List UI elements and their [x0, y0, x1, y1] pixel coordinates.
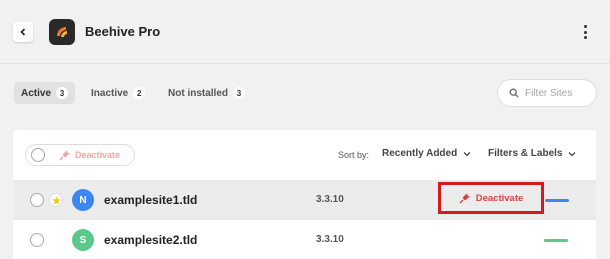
beehive-logo-icon — [49, 19, 75, 45]
plugin-version: 3.3.10 — [316, 234, 344, 245]
header-divider — [0, 63, 610, 64]
tab-count-badge: 3 — [56, 87, 69, 99]
tab-not-installed[interactable]: Not installed 3 — [161, 82, 252, 104]
table-row[interactable]: N examplesite1.tld 3.3.10 Deactivate — [13, 180, 596, 220]
page-title: Beehive Pro — [85, 24, 161, 39]
search-icon — [509, 88, 519, 98]
tab-label: Inactive — [91, 87, 129, 99]
favorite-star-button[interactable] — [49, 193, 63, 207]
star-icon — [51, 195, 61, 204]
row-select-checkbox[interactable] — [30, 193, 44, 207]
tab-inactive[interactable]: Inactive 2 — [84, 82, 152, 104]
site-name-link[interactable]: examplesite2.tld — [104, 233, 197, 247]
sort-dropdown[interactable]: Recently Added — [382, 148, 471, 159]
sites-panel: Deactivate Sort by: Recently Added Filte… — [13, 130, 596, 259]
plug-icon — [59, 150, 70, 160]
sort-label: Sort by: — [338, 150, 370, 160]
site-avatar: S — [72, 229, 94, 251]
search-input[interactable] — [525, 87, 595, 99]
chevron-left-icon — [20, 28, 26, 36]
tab-count-badge: 2 — [133, 87, 146, 99]
site-avatar: N — [72, 189, 94, 211]
bulk-actions: Deactivate — [25, 144, 135, 166]
site-name-link[interactable]: examplesite1.tld — [104, 193, 197, 207]
plugin-version: 3.3.10 — [316, 194, 344, 205]
status-indicator — [545, 199, 569, 202]
filters-labels-text: Filters & Labels — [488, 148, 563, 159]
table-row[interactable]: S examplesite2.tld 3.3.10 — [13, 220, 596, 259]
select-all-checkbox[interactable] — [31, 148, 45, 162]
more-menu-button[interactable] — [578, 23, 592, 41]
app-header: Beehive Pro — [0, 0, 610, 63]
filters-labels-dropdown[interactable]: Filters & Labels — [488, 148, 576, 159]
plug-icon — [459, 193, 470, 203]
filter-sites-search[interactable] — [497, 79, 597, 107]
chevron-down-icon — [569, 151, 576, 156]
tab-active[interactable]: Active 3 — [14, 82, 76, 104]
status-indicator — [544, 239, 568, 242]
row-deactivate-label: Deactivate — [475, 192, 524, 204]
bulk-deactivate-label: Deactivate — [75, 150, 121, 160]
sort-value: Recently Added — [382, 148, 458, 159]
tab-label: Not installed — [168, 87, 229, 99]
chevron-down-icon — [463, 151, 471, 156]
tab-count-badge: 3 — [233, 87, 246, 99]
bulk-deactivate-button[interactable]: Deactivate — [59, 150, 120, 161]
back-button[interactable] — [13, 22, 33, 42]
sites-toolbar: Deactivate Sort by: Recently Added Filte… — [13, 130, 596, 180]
vertical-ellipsis-icon — [583, 25, 587, 28]
row-deactivate-button[interactable]: Deactivate — [438, 182, 544, 214]
row-select-checkbox[interactable] — [30, 233, 44, 247]
tab-label: Active — [21, 87, 52, 99]
